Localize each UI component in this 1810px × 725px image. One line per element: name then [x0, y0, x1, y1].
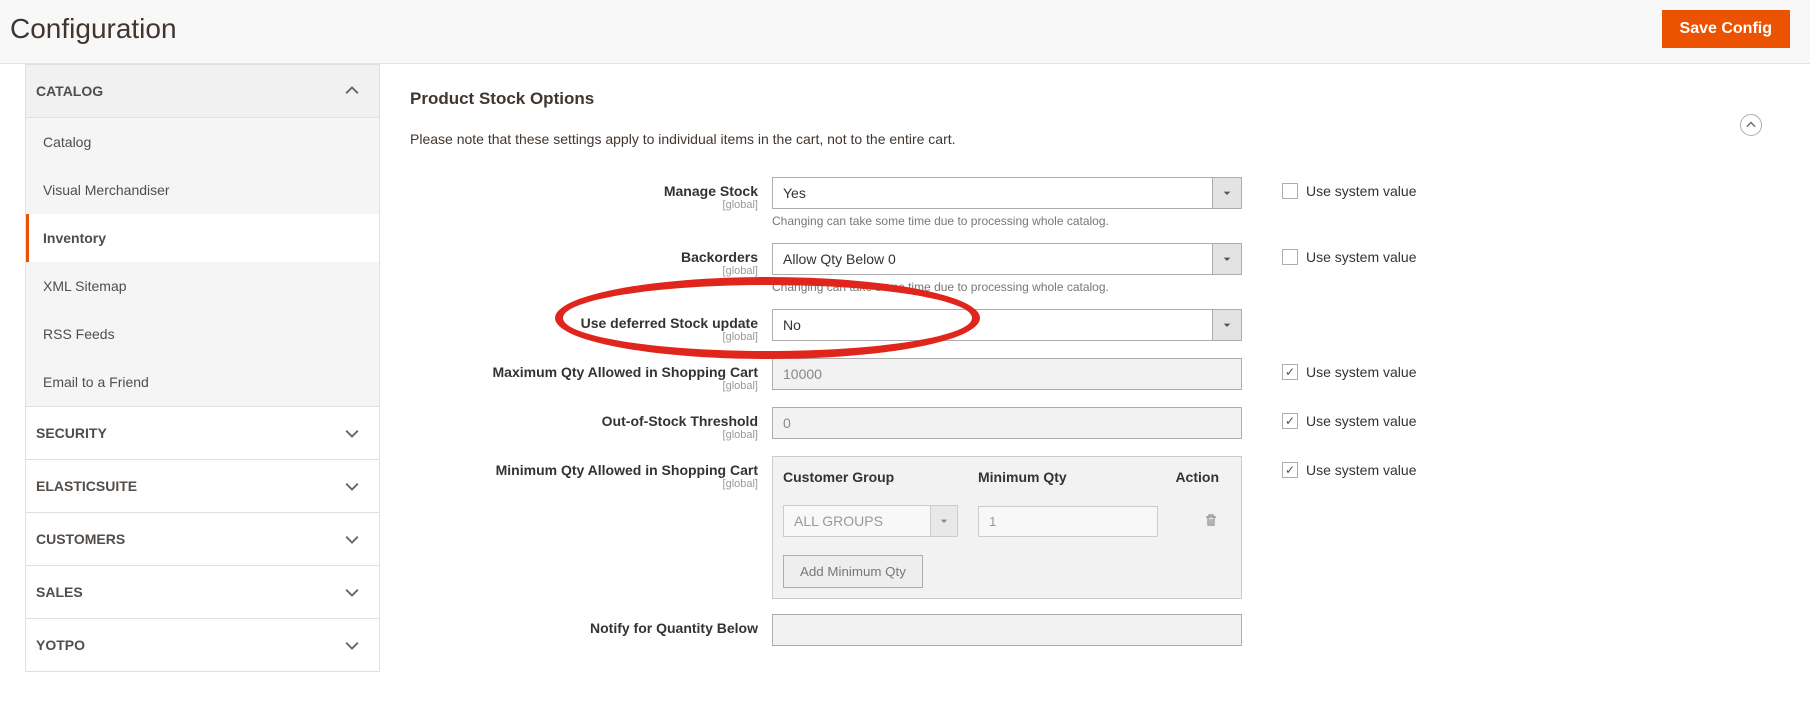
sidebar-item-inventory[interactable]: Inventory	[26, 214, 379, 262]
select-value: No	[772, 309, 1212, 341]
sidebar-group-elasticsuite[interactable]: ELASTICSUITE	[25, 460, 380, 513]
select-value: Allow Qty Below 0	[772, 243, 1212, 275]
sidebar-group-label: SALES	[36, 584, 83, 600]
use-system-label: Use system value	[1306, 249, 1416, 265]
field-scope: [global]	[410, 380, 758, 392]
chevron-down-icon	[345, 638, 359, 652]
field-label: Use deferred Stock update	[581, 315, 758, 331]
sidebar-group-security[interactable]: SECURITY	[25, 407, 380, 460]
oos-threshold-input[interactable]	[772, 407, 1242, 439]
manage-stock-select[interactable]: Yes	[772, 177, 1242, 209]
select-value: Yes	[772, 177, 1212, 209]
deferred-stock-select[interactable]: No	[772, 309, 1242, 341]
field-scope: [global]	[410, 331, 758, 343]
chevron-down-icon	[345, 426, 359, 440]
th-minimum-qty: Minimum Qty	[978, 469, 1158, 485]
use-system-checkbox[interactable]	[1282, 413, 1298, 429]
chevron-up-icon	[1746, 117, 1756, 133]
field-label: Backorders	[681, 249, 758, 265]
select-value: ALL GROUPS	[783, 505, 930, 537]
min-qty-table: Customer Group Minimum Qty Action ALL GR…	[772, 456, 1242, 599]
use-system-checkbox[interactable]	[1282, 249, 1298, 265]
sidebar-item-catalog[interactable]: Catalog	[26, 118, 379, 166]
sidebar-group-label: CATALOG	[36, 83, 103, 99]
add-minimum-qty-button[interactable]: Add Minimum Qty	[783, 555, 923, 588]
sidebar-catalog-items: Catalog Visual Merchandiser Inventory XM…	[25, 118, 380, 407]
section-note: Please note that these settings apply to…	[410, 131, 1780, 147]
th-customer-group: Customer Group	[783, 469, 958, 485]
row-manage-stock: Manage Stock [global] Yes Changing can t…	[410, 177, 1780, 228]
field-scope: [global]	[410, 265, 758, 277]
content-area: Product Stock Options Please note that t…	[380, 64, 1810, 686]
row-deferred-stock-update: Use deferred Stock update [global] No	[410, 309, 1780, 343]
chevron-up-icon	[345, 84, 359, 98]
dropdown-icon	[1212, 243, 1242, 275]
field-label: Minimum Qty Allowed in Shopping Cart	[496, 462, 758, 478]
dropdown-icon	[1212, 177, 1242, 209]
sidebar-group-label: CUSTOMERS	[36, 531, 125, 547]
row-min-qty: Minimum Qty Allowed in Shopping Cart [gl…	[410, 456, 1780, 599]
field-scope: [global]	[410, 429, 758, 441]
section-collapse-toggle[interactable]	[1740, 114, 1762, 136]
sidebar-item-rss-feeds[interactable]: RSS Feeds	[26, 310, 379, 358]
row-oos-threshold: Out-of-Stock Threshold [global] Use syst…	[410, 407, 1780, 441]
min-qty-row: ALL GROUPS	[773, 497, 1241, 545]
dropdown-icon	[930, 505, 958, 537]
use-system-label: Use system value	[1306, 462, 1416, 478]
chevron-down-icon	[345, 532, 359, 546]
sidebar-group-label: SECURITY	[36, 425, 107, 441]
sidebar-group-yotpo[interactable]: YOTPO	[25, 619, 380, 672]
save-config-button[interactable]: Save Config	[1662, 10, 1790, 48]
row-backorders: Backorders [global] Allow Qty Below 0 Ch…	[410, 243, 1780, 294]
dropdown-icon	[1212, 309, 1242, 341]
use-system-label: Use system value	[1306, 413, 1416, 429]
sidebar-item-xml-sitemap[interactable]: XML Sitemap	[26, 262, 379, 310]
chevron-down-icon	[345, 585, 359, 599]
field-label: Out-of-Stock Threshold	[602, 413, 758, 429]
field-label: Maximum Qty Allowed in Shopping Cart	[493, 364, 759, 380]
trash-icon[interactable]	[1203, 515, 1219, 531]
sidebar-group-catalog[interactable]: CATALOG	[25, 64, 380, 118]
field-scope: [global]	[410, 199, 758, 211]
page-title: Configuration	[10, 13, 177, 45]
field-scope: [global]	[410, 478, 758, 490]
sidebar-group-label: ELASTICSUITE	[36, 478, 137, 494]
sidebar-group-customers[interactable]: CUSTOMERS	[25, 513, 380, 566]
field-hint: Changing can take some time due to proce…	[772, 214, 1242, 228]
row-notify-quantity-below: Notify for Quantity Below	[410, 614, 1780, 646]
config-sidebar: CATALOG Catalog Visual Merchandiser Inve…	[0, 64, 380, 686]
field-label: Notify for Quantity Below	[590, 620, 758, 636]
notify-below-input[interactable]	[772, 614, 1242, 646]
section-title: Product Stock Options	[410, 89, 1780, 109]
backorders-select[interactable]: Allow Qty Below 0	[772, 243, 1242, 275]
min-qty-input[interactable]	[978, 506, 1158, 537]
chevron-down-icon	[345, 479, 359, 493]
use-system-label: Use system value	[1306, 364, 1416, 380]
use-system-checkbox[interactable]	[1282, 364, 1298, 380]
row-max-qty: Maximum Qty Allowed in Shopping Cart [gl…	[410, 358, 1780, 392]
field-label: Manage Stock	[664, 183, 758, 199]
use-system-label: Use system value	[1306, 183, 1416, 199]
sidebar-item-visual-merchandiser[interactable]: Visual Merchandiser	[26, 166, 379, 214]
page-header: Configuration Save Config	[0, 0, 1810, 64]
use-system-checkbox[interactable]	[1282, 183, 1298, 199]
sidebar-group-sales[interactable]: SALES	[25, 566, 380, 619]
th-action: Action	[1158, 469, 1231, 485]
use-system-checkbox[interactable]	[1282, 462, 1298, 478]
customer-group-select[interactable]: ALL GROUPS	[783, 505, 958, 537]
max-qty-input[interactable]	[772, 358, 1242, 390]
field-hint: Changing can take some time due to proce…	[772, 280, 1242, 294]
sidebar-group-label: YOTPO	[36, 637, 85, 653]
sidebar-item-email-friend[interactable]: Email to a Friend	[26, 358, 379, 406]
